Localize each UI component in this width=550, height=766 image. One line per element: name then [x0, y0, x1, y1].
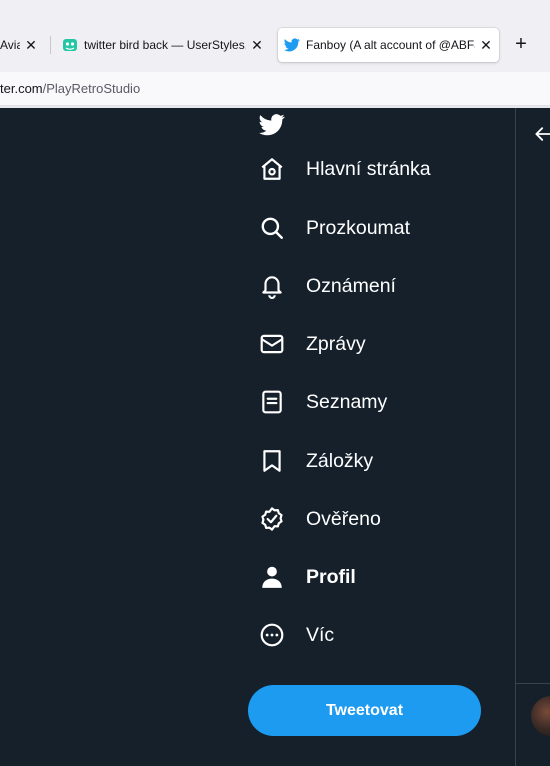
browser-tab-fanboy[interactable]: Fanboy (A alt account of @ABFanboy ✕	[278, 28, 499, 62]
twitter-favicon-icon	[284, 37, 300, 53]
tab-title: twitter bird back — UserStyles.world	[84, 38, 246, 52]
sidebar-item-verified[interactable]: Ověřeno	[248, 497, 381, 541]
bookmark-icon	[258, 447, 286, 475]
back-arrow-icon[interactable]	[533, 124, 550, 144]
sidebar-item-more[interactable]: Víc	[248, 613, 334, 657]
bell-icon	[258, 272, 286, 300]
section-divider	[516, 683, 550, 684]
list-icon	[258, 388, 286, 416]
sidebar-item-label: Víc	[306, 623, 335, 646]
tweet-button[interactable]: Tweetovat	[248, 685, 481, 736]
verified-icon	[258, 505, 286, 533]
userstyles-favicon-icon	[62, 37, 78, 53]
search-icon	[258, 214, 286, 242]
browser-tab-userstyles[interactable]: twitter bird back — UserStyles.world ✕	[56, 28, 270, 62]
sidebar-item-lists[interactable]: Seznamy	[248, 380, 387, 424]
tab-close-icon[interactable]: ✕	[24, 37, 38, 54]
url-bar[interactable]: ter.com/PlayRetroStudio	[0, 72, 550, 106]
sidebar-item-bookmarks[interactable]: Záložky	[248, 439, 373, 483]
sidebar-item-explore[interactable]: Prozkoumat	[248, 206, 410, 250]
home-icon	[258, 155, 286, 183]
tab-close-icon[interactable]: ✕	[250, 37, 264, 54]
mail-icon	[258, 330, 286, 358]
tab-close-icon[interactable]: ✕	[479, 37, 493, 54]
browser-tab-bar: Avian ✕ twitter bird back — UserStyles.w…	[0, 0, 550, 72]
tab-title: Avian	[0, 38, 20, 52]
url-path: /PlayRetroStudio	[42, 81, 141, 96]
sidebar-item-label: Ověřeno	[306, 507, 381, 530]
sidebar-item-label: Záložky	[306, 449, 374, 472]
sidebar-item-label: Oznámení	[306, 274, 396, 297]
sidebar-item-profile[interactable]: Profil	[248, 555, 356, 599]
sidebar-item-label: Seznamy	[306, 390, 388, 413]
sidebar-item-notifications[interactable]: Oznámení	[248, 264, 396, 308]
url-host: ter.com	[0, 81, 43, 96]
twitter-logo-icon[interactable]	[259, 114, 285, 136]
sidebar-item-home[interactable]: Hlavní stránka	[248, 147, 431, 191]
sidebar-item-messages[interactable]: Zprávy	[248, 322, 366, 366]
sidebar-item-label: Zprávy	[306, 332, 366, 355]
tab-separator	[50, 36, 51, 54]
sidebar-item-label: Prozkoumat	[306, 216, 411, 239]
new-tab-button[interactable]: +	[510, 33, 532, 55]
tab-title: Fanboy (A alt account of @ABFanboy	[306, 38, 475, 52]
person-icon	[258, 563, 286, 591]
browser-tab-avian[interactable]: Avian ✕	[0, 28, 44, 62]
more-icon	[258, 621, 286, 649]
chrome-divider	[0, 106, 550, 108]
avatar[interactable]	[531, 696, 550, 736]
sidebar-item-label: Hlavní stránka	[306, 157, 431, 180]
column-divider	[515, 108, 516, 766]
sidebar-item-label: Profil	[306, 565, 356, 588]
